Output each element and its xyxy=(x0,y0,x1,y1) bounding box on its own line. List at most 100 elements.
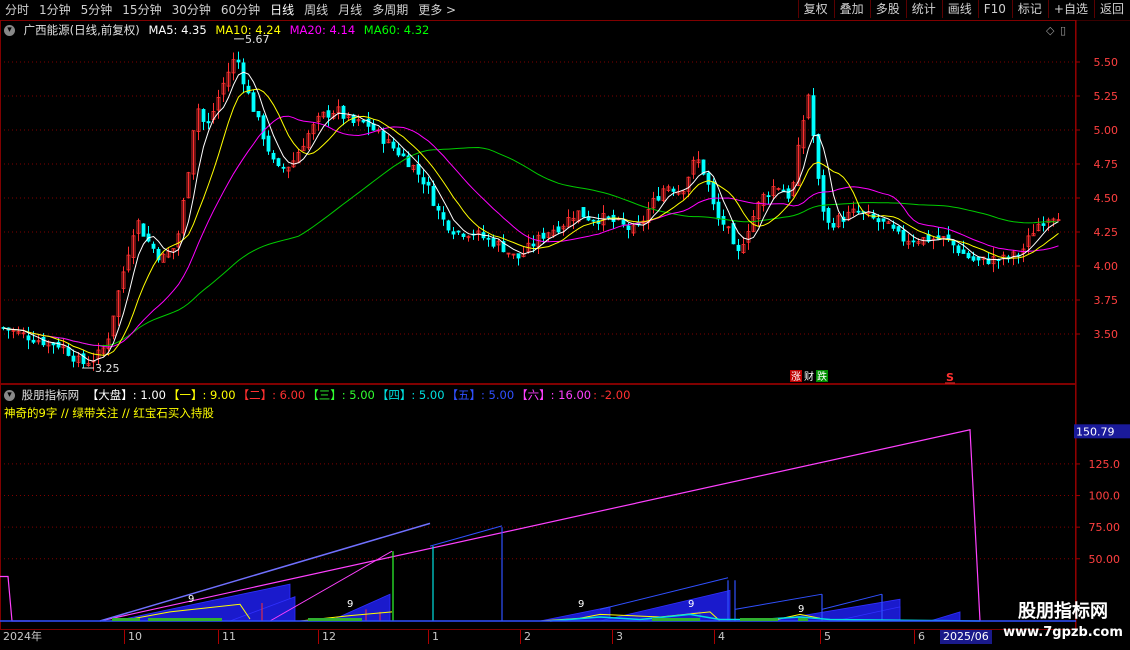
candle-body xyxy=(281,166,286,169)
candle-body xyxy=(151,243,156,249)
ramp-line xyxy=(734,593,823,610)
collapse-icon[interactable]: ▾ xyxy=(4,25,15,36)
candle-body xyxy=(541,232,546,239)
toolbar-button-8[interactable]: 返回 xyxy=(1093,0,1130,18)
toolbar-button-0[interactable]: 复权 xyxy=(797,0,834,18)
candle-body xyxy=(826,208,831,223)
candle-body xyxy=(831,223,836,228)
green-band xyxy=(740,618,778,621)
period-tab-5[interactable]: 60分钟 xyxy=(216,0,265,20)
candle-body xyxy=(706,172,711,185)
period-tab-10[interactable]: 更多 > xyxy=(413,0,461,20)
toolbar-button-6[interactable]: 标记 xyxy=(1011,0,1048,18)
cai-marker: 财 xyxy=(804,370,814,383)
candle-body xyxy=(426,181,431,186)
candle-body xyxy=(556,226,561,233)
candle-body xyxy=(966,252,971,259)
date-label-8: 5 xyxy=(820,630,831,644)
price-chart[interactable]: 5.505.255.004.754.504.254.003.753.50◇ ▯5.… xyxy=(0,20,1130,384)
candle-body xyxy=(736,244,741,252)
indicator-tick-label: 100.0 xyxy=(1089,490,1121,503)
toolbar-button-4[interactable]: 画线 xyxy=(941,0,978,18)
candle-body xyxy=(876,218,881,223)
candle-body xyxy=(671,188,676,192)
plot-frame xyxy=(0,20,1076,384)
price-tick-label: 4.00 xyxy=(1094,260,1119,273)
indicator-item-7: : -2.00 xyxy=(593,388,631,402)
price-tick-label: 3.50 xyxy=(1094,328,1119,341)
green-band xyxy=(798,618,808,621)
price-tick-label: 4.75 xyxy=(1094,158,1119,171)
candle-body xyxy=(531,243,536,247)
indicator-item-0: 【大盘】: 1.00 xyxy=(86,388,166,402)
date-label-10: 2025/06 xyxy=(940,630,992,644)
collapse-icon[interactable]: ▾ xyxy=(4,390,15,401)
candle-body xyxy=(971,256,976,261)
price-tick-label: 3.75 xyxy=(1094,294,1119,307)
candle-body xyxy=(621,219,626,225)
stock-name: 广西能源(日线,前复权) xyxy=(23,23,140,37)
action-buttons: 复权 叠加 多股 统计 画线 F10 标记 +自选 返回 xyxy=(797,0,1130,20)
indicator-item-6: 【六】: 16.00 xyxy=(516,388,592,402)
date-axis: 2024年 10 11 12 1 2 3 4 5 6 2025/06 xyxy=(0,630,1076,644)
ramp-line xyxy=(429,525,503,547)
candle-body xyxy=(391,141,396,149)
indicator-item-4: 【四】: 5.00 xyxy=(376,388,445,402)
candle-body xyxy=(516,253,521,259)
candle-body xyxy=(656,196,661,201)
period-tab-6[interactable]: 日线 xyxy=(265,0,299,20)
die-marker: 跌 xyxy=(817,370,827,383)
candle-body xyxy=(451,231,456,235)
indicator-name: 股朋指标网 xyxy=(21,388,80,402)
candle-body xyxy=(581,207,586,218)
period-tab-3[interactable]: 15分钟 xyxy=(117,0,166,20)
period-tab-1[interactable]: 1分钟 xyxy=(34,0,76,20)
candle-body xyxy=(896,226,901,232)
zhang-marker: 涨 xyxy=(791,371,801,383)
price-tick-label: 5.00 xyxy=(1094,124,1119,137)
toolbar-button-7[interactable]: +自选 xyxy=(1047,0,1094,18)
toolbar-button-3[interactable]: 统计 xyxy=(905,0,942,18)
current-indicator-value: 150.79 xyxy=(1076,425,1115,438)
nine-signal-label: 9 xyxy=(688,599,694,610)
blue-wedge xyxy=(929,611,961,622)
period-tab-4[interactable]: 30分钟 xyxy=(167,0,216,20)
toolbar-button-2[interactable]: 多股 xyxy=(869,0,906,18)
period-tab-2[interactable]: 5分钟 xyxy=(76,0,118,20)
green-band xyxy=(308,618,362,621)
candle-body xyxy=(961,249,966,254)
diamond-icon: ◇ xyxy=(1046,24,1055,37)
date-label-3: 12 xyxy=(318,630,336,644)
candle-body xyxy=(461,233,466,237)
site-watermark: 股朋指标网 www.7gpzb.com xyxy=(1000,600,1126,648)
indicator-frame xyxy=(0,384,1076,630)
candle-body xyxy=(821,175,826,212)
indicator-tick-label: 75.00 xyxy=(1089,521,1121,534)
candle-body xyxy=(951,240,956,246)
ma60-line xyxy=(3,146,1059,347)
date-label-9: 6 xyxy=(914,630,925,644)
candle-body xyxy=(716,201,721,220)
toolbar-button-1[interactable]: 叠加 xyxy=(833,0,870,18)
nine-signal-label: 9 xyxy=(347,599,353,610)
candle-body xyxy=(721,215,726,225)
watermark-url: www.7gpzb.com xyxy=(1003,625,1123,640)
candle-body xyxy=(901,229,906,242)
period-tab-9[interactable]: 多周期 xyxy=(367,0,413,20)
period-tab-8[interactable]: 月线 xyxy=(333,0,367,20)
period-tab-0[interactable]: 分时 xyxy=(0,0,34,20)
green-band xyxy=(112,618,140,621)
candle-body xyxy=(766,195,771,198)
candle-body xyxy=(271,152,276,160)
candle-body xyxy=(201,109,206,122)
price-tick-label: 5.25 xyxy=(1094,90,1119,103)
candle-body xyxy=(856,210,861,213)
candle-body xyxy=(431,186,436,206)
candle-body xyxy=(486,237,491,240)
indicator-item-5: 【五】: 5.00 xyxy=(446,388,515,402)
candle-body xyxy=(266,135,271,152)
period-tab-7[interactable]: 周线 xyxy=(299,0,333,20)
toolbar-button-5[interactable]: F10 xyxy=(977,0,1012,18)
candle-body xyxy=(31,339,36,343)
indicator-tick-label: 125.0 xyxy=(1089,458,1121,471)
